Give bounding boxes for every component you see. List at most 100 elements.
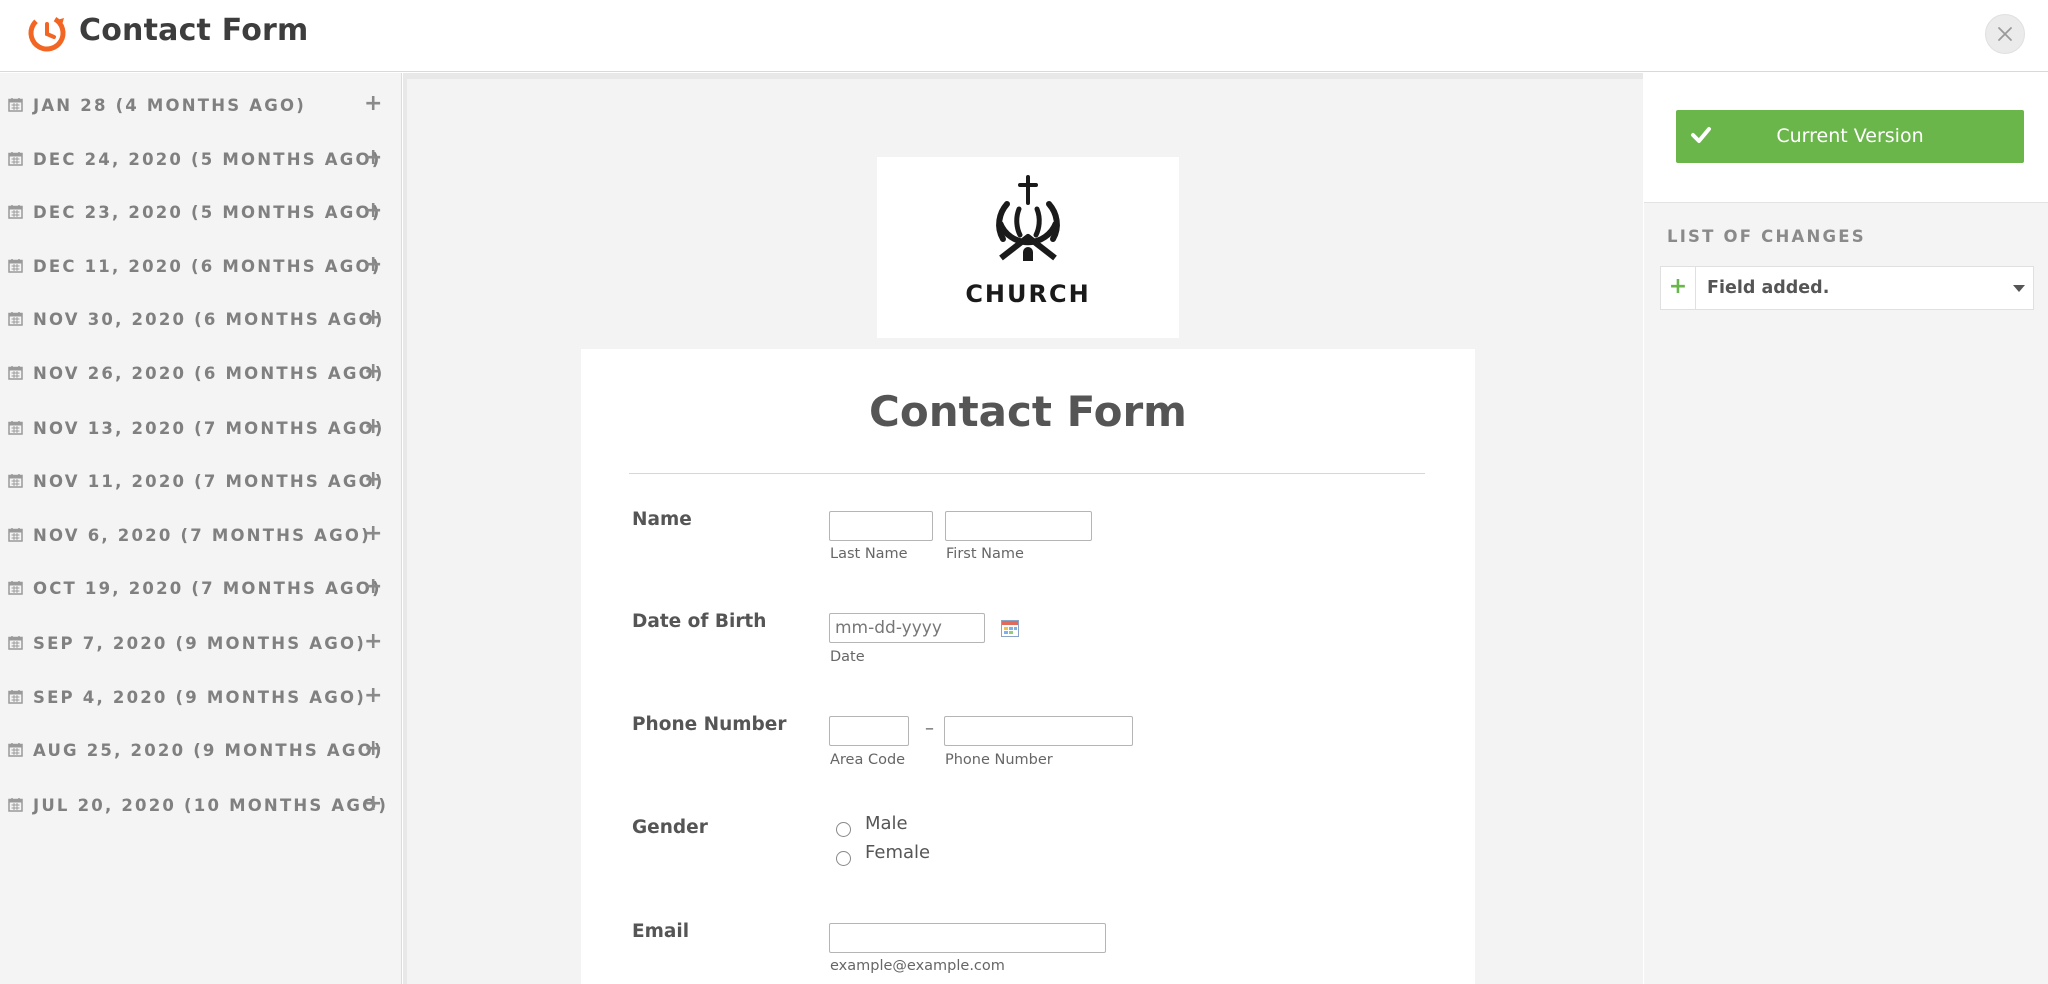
close-icon	[1998, 27, 2012, 41]
gender-female-label[interactable]: Female	[865, 842, 930, 863]
dob-input[interactable]: mm-dd-yyyy	[829, 613, 985, 643]
revision-date-label: NOV 6, 2020 (7 MONTHS AGO)	[33, 526, 371, 545]
last-name-sublabel: Last Name	[830, 546, 908, 562]
church-icon	[996, 175, 1060, 261]
area-code-sublabel: Area Code	[830, 752, 906, 768]
expand-icon[interactable]: +	[364, 145, 382, 170]
gender-male-label[interactable]: Male	[865, 813, 908, 834]
revision-item[interactable]: JUL 20, 2020 (10 MONTHS AGO) +	[0, 786, 402, 826]
church-logo: CHURCH	[877, 157, 1179, 338]
gender-male-radio[interactable]	[836, 822, 851, 837]
church-logo-text: CHURCH	[965, 280, 1091, 308]
gender-label: Gender	[632, 817, 708, 838]
expand-icon[interactable]: +	[364, 305, 382, 330]
expand-icon[interactable]: +	[364, 198, 382, 223]
revision-item[interactable]: DEC 11, 2020 (6 MONTHS AGO) +	[0, 247, 402, 287]
first-name-sublabel: First Name	[946, 546, 1024, 562]
revision-item[interactable]: JAN 28 (4 MONTHS AGO) +	[0, 86, 402, 126]
name-label: Name	[632, 509, 692, 530]
calendar-icon	[8, 98, 23, 112]
revision-item[interactable]: NOV 13, 2020 (7 MONTHS AGO) +	[0, 409, 402, 449]
expand-icon[interactable]: +	[364, 467, 382, 492]
revision-date-label: DEC 23, 2020 (5 MONTHS AGO)	[33, 203, 382, 222]
phone-number-input[interactable]	[944, 716, 1133, 746]
calendar-icon	[8, 636, 23, 650]
form-preview: CHURCH Contact Form Name Last Name First…	[403, 73, 1643, 984]
calendar-icon	[8, 528, 23, 542]
calendar-icon	[8, 259, 23, 273]
revision-date-label: NOV 26, 2020 (6 MONTHS AGO)	[33, 364, 385, 383]
expand-icon[interactable]: +	[364, 574, 382, 599]
change-label: Field added.	[1707, 278, 1830, 298]
revision-item[interactable]: DEC 24, 2020 (5 MONTHS AGO) +	[0, 140, 402, 180]
revision-item[interactable]: AUG 25, 2020 (9 MONTHS AGO) +	[0, 731, 402, 771]
expand-icon[interactable]: +	[364, 791, 382, 816]
expand-icon[interactable]: +	[364, 736, 382, 761]
revision-date-label: JAN 28 (4 MONTHS AGO)	[33, 96, 306, 115]
revision-date-label: DEC 24, 2020 (5 MONTHS AGO)	[33, 150, 382, 169]
revision-item[interactable]: NOV 11, 2020 (7 MONTHS AGO) +	[0, 462, 402, 502]
calendar-icon	[8, 743, 23, 757]
revision-date-label: NOV 11, 2020 (7 MONTHS AGO)	[33, 472, 385, 491]
app-title: Contact Form	[79, 13, 309, 48]
close-button[interactable]	[1985, 14, 2025, 54]
email-input[interactable]	[829, 923, 1106, 953]
revision-item[interactable]: SEP 4, 2020 (9 MONTHS AGO) +	[0, 678, 402, 718]
changes-title: LIST OF CHANGES	[1667, 227, 1866, 246]
plus-icon: +	[1661, 267, 1696, 309]
revision-date-label: DEC 11, 2020 (6 MONTHS AGO)	[33, 257, 382, 276]
revision-item[interactable]: DEC 23, 2020 (5 MONTHS AGO) +	[0, 193, 402, 233]
revision-date-label: SEP 7, 2020 (9 MONTHS AGO)	[33, 634, 366, 653]
revision-date-label: AUG 25, 2020 (9 MONTHS AGO)	[33, 741, 384, 760]
revision-date-label: OCT 19, 2020 (7 MONTHS AGO)	[33, 579, 382, 598]
expand-icon[interactable]: +	[364, 629, 382, 654]
revision-date-label: JUL 20, 2020 (10 MONTHS AGO)	[33, 796, 389, 815]
phone-separator: –	[925, 718, 934, 739]
expand-icon[interactable]: +	[364, 521, 382, 546]
revision-item[interactable]: OCT 19, 2020 (7 MONTHS AGO) +	[0, 569, 402, 609]
area-code-input[interactable]	[829, 716, 909, 746]
calendar-picker-icon[interactable]	[1001, 620, 1019, 637]
calendar-icon	[8, 474, 23, 488]
current-version-label: Current Version	[1776, 125, 1924, 147]
expand-icon[interactable]: +	[364, 683, 382, 708]
revision-date-label: NOV 30, 2020 (6 MONTHS AGO)	[33, 310, 385, 329]
change-item[interactable]: + Field added.	[1660, 266, 2034, 310]
calendar-icon	[8, 581, 23, 595]
revision-item[interactable]: NOV 30, 2020 (6 MONTHS AGO) +	[0, 300, 402, 340]
first-name-input[interactable]	[945, 511, 1092, 541]
revision-date-label: SEP 4, 2020 (9 MONTHS AGO)	[33, 688, 366, 707]
last-name-input[interactable]	[829, 511, 933, 541]
current-version-button[interactable]: Current Version	[1676, 110, 2024, 163]
calendar-icon	[8, 690, 23, 704]
expand-icon[interactable]: +	[364, 414, 382, 439]
calendar-icon	[8, 205, 23, 219]
gender-female-radio[interactable]	[836, 851, 851, 866]
dob-label: Date of Birth	[632, 611, 767, 632]
calendar-icon	[8, 152, 23, 166]
revision-history-sidebar: JAN 28 (4 MONTHS AGO) + DEC 24, 2020 (5 …	[0, 73, 402, 984]
calendar-icon	[8, 798, 23, 812]
email-label: Email	[632, 921, 690, 942]
email-sublabel: example@example.com	[830, 958, 1005, 974]
revision-date-label: NOV 13, 2020 (7 MONTHS AGO)	[33, 419, 385, 438]
phone-number-sublabel: Phone Number	[945, 752, 1053, 768]
version-box: Current Version	[1644, 73, 2048, 203]
expand-icon[interactable]: +	[364, 359, 382, 384]
jotform-logo-icon	[28, 14, 66, 52]
phone-label: Phone Number	[632, 714, 787, 735]
expand-icon[interactable]: +	[364, 252, 382, 277]
calendar-icon	[8, 312, 23, 326]
calendar-icon	[8, 421, 23, 435]
revision-item[interactable]: NOV 6, 2020 (7 MONTHS AGO) +	[0, 516, 402, 556]
calendar-icon	[8, 366, 23, 380]
dob-sublabel: Date	[830, 649, 865, 665]
form-card: Contact Form Name Last Name First Name D…	[581, 349, 1475, 984]
chevron-down-icon[interactable]	[2013, 285, 2025, 292]
revision-item[interactable]: SEP 7, 2020 (9 MONTHS AGO) +	[0, 624, 402, 664]
form-divider	[629, 473, 1425, 474]
form-title: Contact Form	[869, 387, 1187, 436]
expand-icon[interactable]: +	[364, 91, 382, 116]
app-header: Contact Form	[0, 0, 2048, 72]
revision-item[interactable]: NOV 26, 2020 (6 MONTHS AGO) +	[0, 354, 402, 394]
